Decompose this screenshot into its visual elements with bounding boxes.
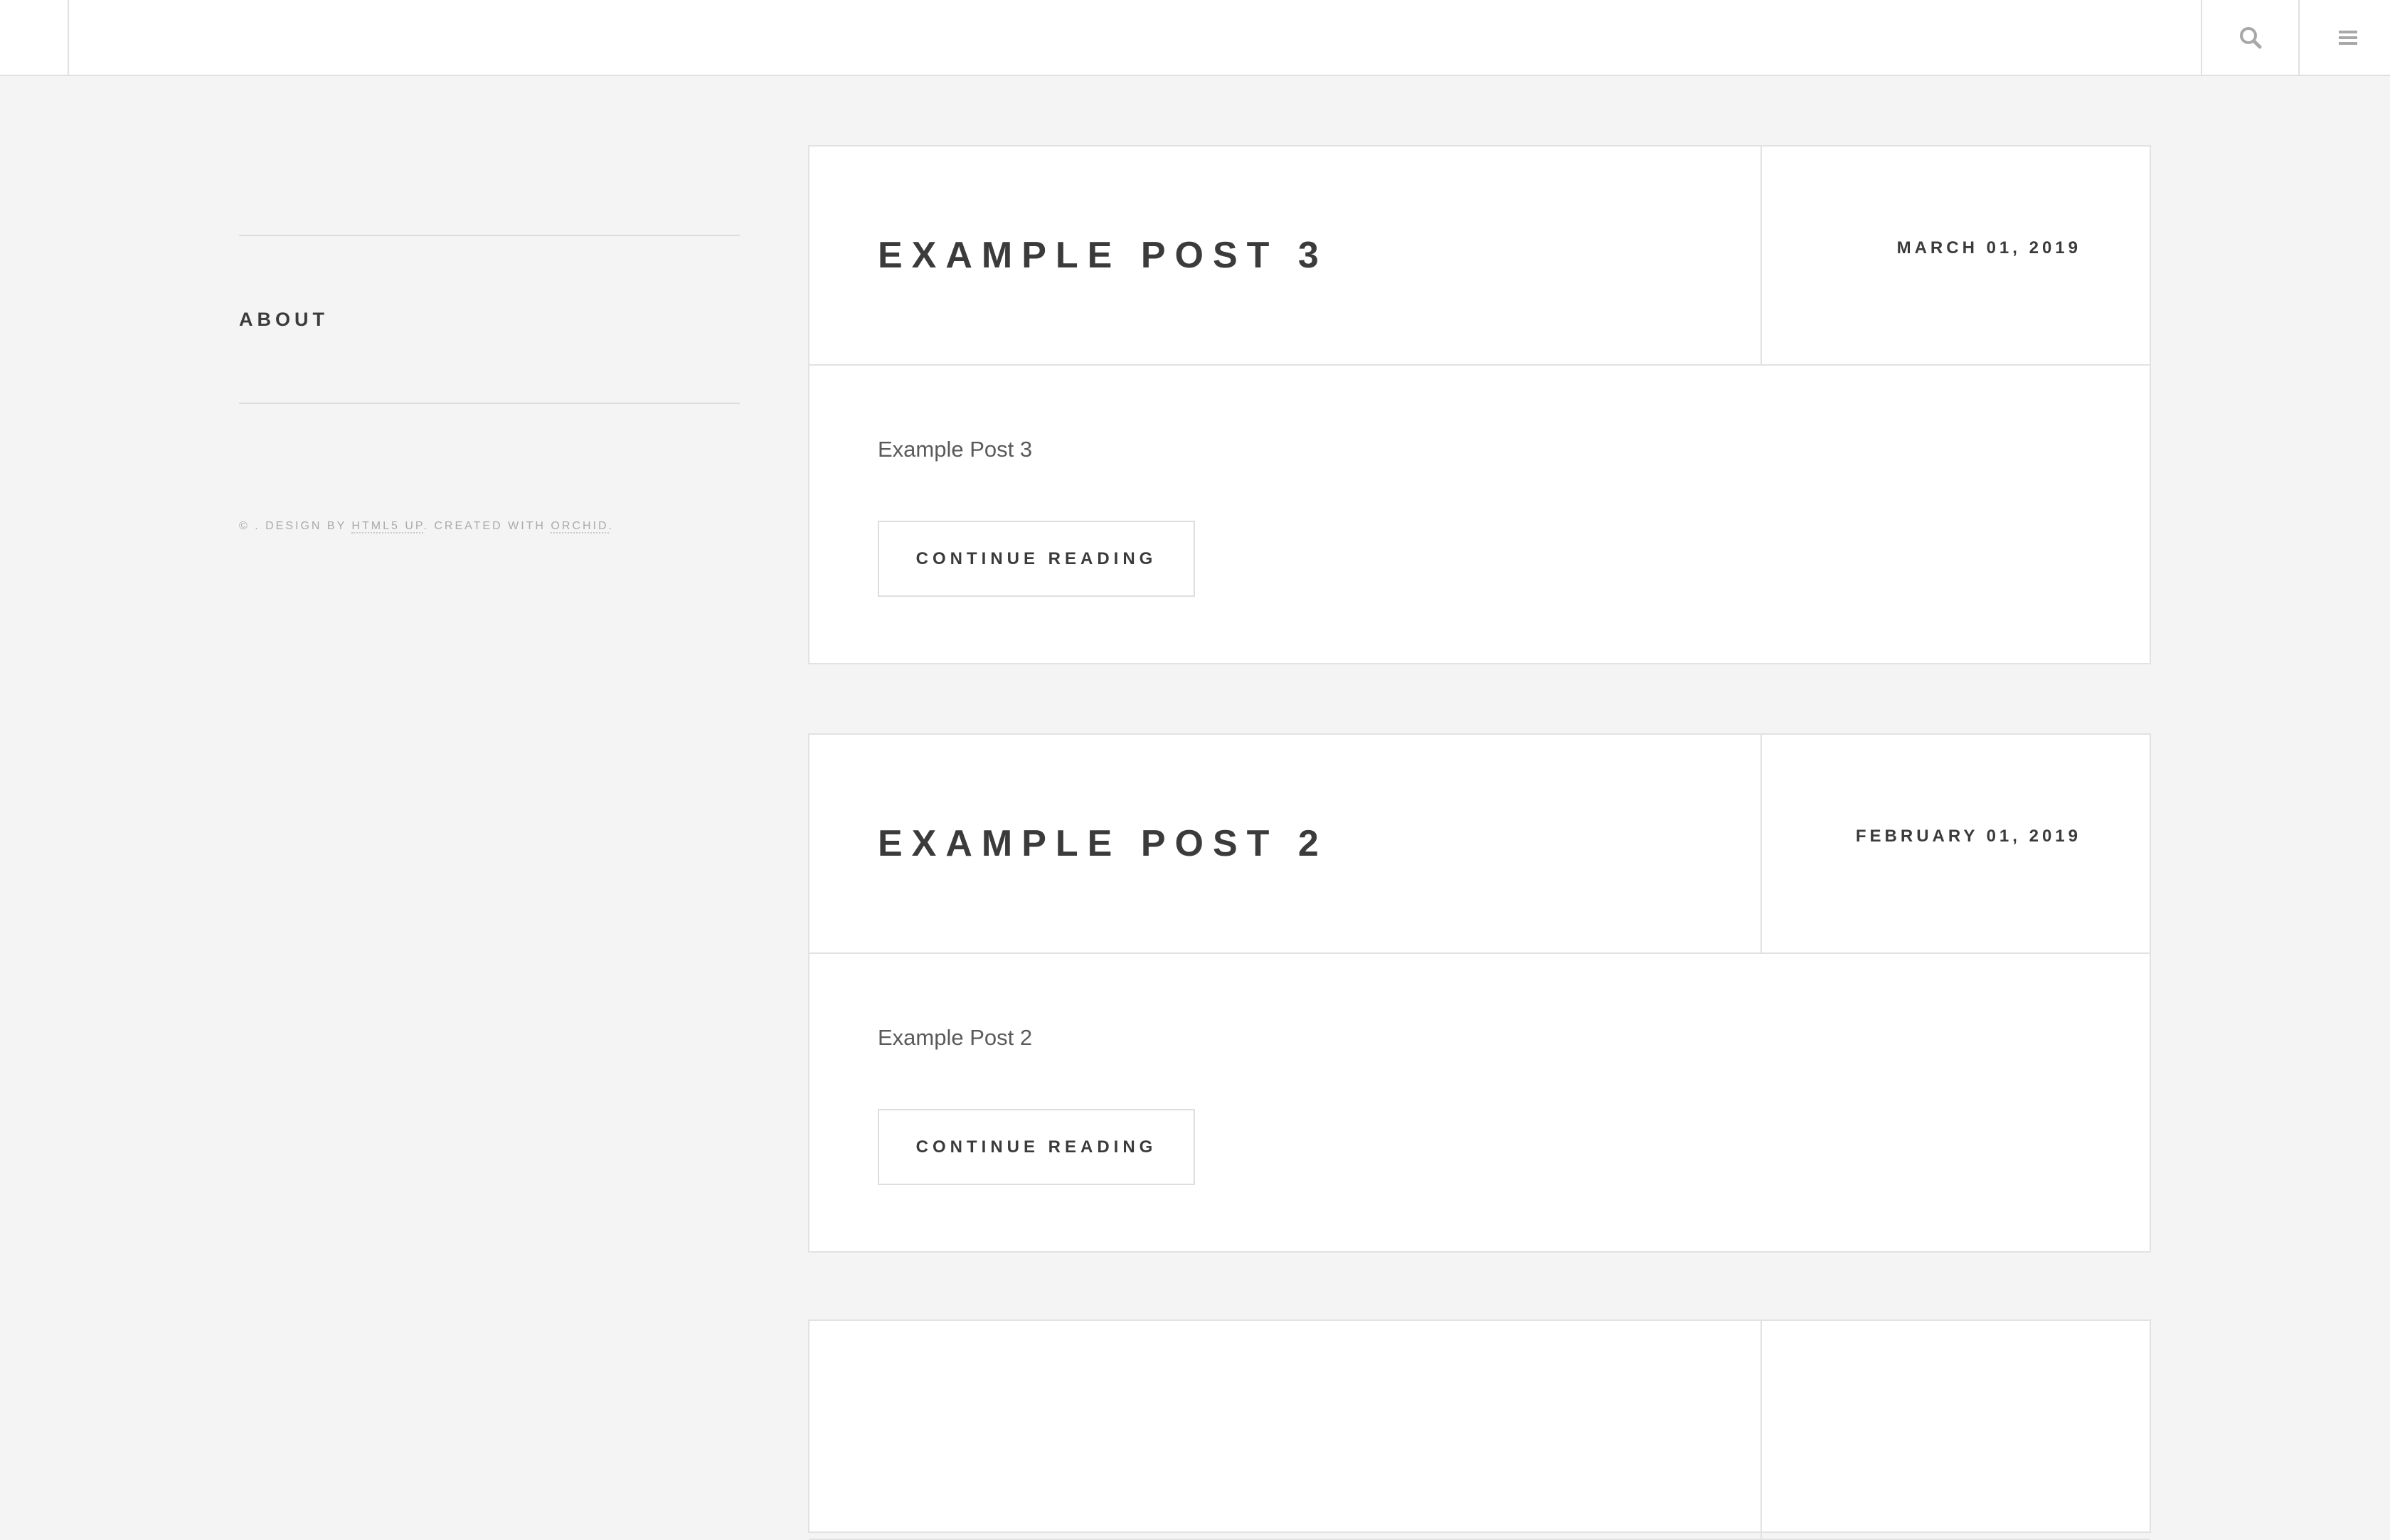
post-meta <box>1760 1321 2150 1539</box>
about-heading: ABOUT <box>239 308 329 330</box>
post-body: Example Post 3 CONTINUE READING <box>809 366 2150 663</box>
search-icon <box>2239 26 2261 48</box>
post-excerpt: Example Post 3 <box>878 437 1033 462</box>
post-date: FEBRUARY 01, 2019 <box>1855 827 2081 846</box>
menu-icon <box>2338 30 2357 45</box>
post-meta: MARCH 01, 2019 <box>1760 147 2150 364</box>
post-header <box>809 1321 2150 1540</box>
sidebar-divider-bottom <box>239 403 740 404</box>
post-card-partial <box>808 1319 2151 1540</box>
post-body: Example Post 2 CONTINUE READING <box>809 954 2150 1251</box>
footer-suffix: . <box>608 520 614 532</box>
menu-button[interactable] <box>2298 0 2390 75</box>
post-excerpt: Example Post 2 <box>878 1025 1033 1050</box>
footer-middle: . CREATED WITH <box>423 520 551 532</box>
logo-cell[interactable] <box>0 0 69 75</box>
post-title[interactable]: EXAMPLE POST 2 <box>878 735 1328 952</box>
sidebar: ABOUT © . DESIGN BY HTML5 UP. CREATED WI… <box>239 235 740 533</box>
search-button[interactable] <box>2201 0 2298 75</box>
continue-reading-button[interactable]: CONTINUE READING <box>878 521 1195 597</box>
post-header: EXAMPLE POST 2 FEBRUARY 01, 2019 <box>809 735 2150 954</box>
post-date: MARCH 01, 2019 <box>1896 238 2081 257</box>
post-meta: FEBRUARY 01, 2019 <box>1760 735 2150 952</box>
footer-prefix: © . DESIGN BY <box>239 520 352 532</box>
continue-reading-button[interactable]: CONTINUE READING <box>878 1109 1195 1185</box>
copyright-footer: © . DESIGN BY HTML5 UP. CREATED WITH ORC… <box>239 520 740 533</box>
top-header <box>0 0 2390 76</box>
post-card: EXAMPLE POST 2 FEBRUARY 01, 2019 Example… <box>808 733 2151 1253</box>
html5up-link[interactable]: HTML5 UP <box>351 520 424 533</box>
orchid-link[interactable]: ORCHID <box>551 520 609 533</box>
post-header: EXAMPLE POST 3 MARCH 01, 2019 <box>809 147 2150 366</box>
post-card: EXAMPLE POST 3 MARCH 01, 2019 Example Po… <box>808 145 2151 664</box>
post-title[interactable]: EXAMPLE POST 3 <box>878 147 1328 364</box>
about-section: ABOUT <box>239 236 740 403</box>
